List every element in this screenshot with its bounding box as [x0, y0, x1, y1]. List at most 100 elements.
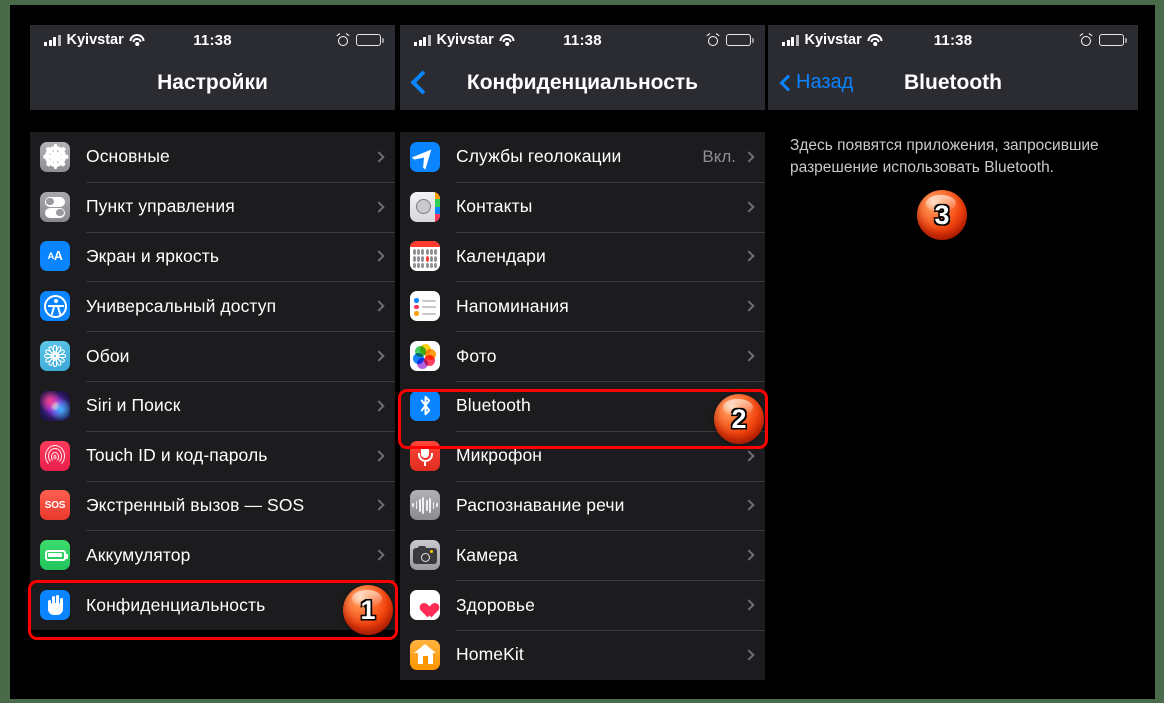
- privacy-row-health[interactable]: Здоровье: [400, 580, 765, 630]
- row-accessory: [743, 549, 765, 561]
- settings-row-control-center[interactable]: Пункт управления: [30, 181, 395, 232]
- nav-bar: Назад Bluetooth: [768, 55, 1138, 110]
- step-badge-1-number: 1: [360, 594, 376, 625]
- privacy-row-microphone[interactable]: Микрофон: [400, 430, 765, 481]
- settings-row-touch-id[interactable]: Touch ID и код-пароль: [30, 430, 395, 481]
- back-button[interactable]: Назад: [779, 71, 853, 94]
- settings-row-accessibility[interactable]: Универсальный доступ: [30, 281, 395, 331]
- settings-row-sos[interactable]: SOS Экстренный вызов — SOS: [30, 480, 395, 531]
- settings-row-privacy[interactable]: Конфиденциальность: [30, 580, 395, 630]
- microphone-icon: [410, 440, 440, 471]
- alarm-clock-icon: [336, 33, 350, 46]
- settings-row-general[interactable]: Основные: [30, 132, 395, 182]
- settings-list: Основные Пункт управления AA Экран и ярк…: [30, 132, 395, 630]
- row-accessory: Вкл.: [702, 147, 765, 167]
- chevron-right-icon: [373, 151, 385, 163]
- contacts-icon: [410, 191, 440, 222]
- photos-icon: [410, 341, 440, 372]
- health-icon: [410, 590, 440, 621]
- row-accessory: [373, 300, 395, 312]
- row-accessory: [373, 151, 395, 163]
- chevron-right-icon: [743, 499, 755, 512]
- row-accessory: [743, 300, 765, 312]
- chevron-right-icon: [743, 350, 755, 362]
- row-accessory: [743, 649, 765, 661]
- step-badge-2: 2: [714, 394, 764, 444]
- privacy-row-contacts[interactable]: Контакты: [400, 181, 765, 232]
- row-accessory: [743, 201, 765, 213]
- sos-icon: SOS: [40, 490, 70, 521]
- row-label: Siri и Поиск: [86, 395, 181, 416]
- row-label: Службы геолокации: [456, 146, 622, 167]
- chevron-right-icon: [373, 450, 385, 462]
- privacy-row-bluetooth[interactable]: Bluetooth: [400, 380, 765, 431]
- chevron-right-icon: [373, 549, 385, 561]
- nav-bar: Настройки: [30, 55, 395, 110]
- row-accessory: [743, 599, 765, 611]
- status-bar: Kyivstar 11:38: [30, 25, 395, 55]
- row-label: Фото: [456, 345, 497, 366]
- chevron-left-icon: [779, 74, 797, 91]
- wallpaper-icon: [40, 341, 70, 372]
- chevron-right-icon: [743, 151, 755, 163]
- chevron-right-icon: [743, 201, 755, 213]
- page-title: Конфиденциальность: [466, 70, 699, 94]
- row-accessory: [743, 450, 765, 462]
- privacy-row-location-services[interactable]: Службы геолокации Вкл.: [400, 132, 765, 182]
- control-center-icon: [40, 191, 70, 222]
- chevron-left-icon: [410, 70, 435, 95]
- location-services-icon: [410, 141, 440, 172]
- display-brightness-icon: AA: [40, 241, 70, 272]
- siri-icon: [40, 390, 70, 421]
- page-title: Настройки: [157, 70, 268, 94]
- settings-row-battery[interactable]: Аккумулятор: [30, 530, 395, 580]
- screenshot-stage: Kyivstar 11:38 Настройки Основные Пункт …: [0, 0, 1164, 703]
- row-label: Микрофон: [456, 445, 543, 466]
- chevron-right-icon: [743, 450, 755, 462]
- row-label: Bluetooth: [456, 395, 531, 416]
- bluetooth-icon: [410, 390, 440, 421]
- battery-icon: [726, 33, 754, 47]
- privacy-row-homekit[interactable]: HomeKit: [400, 629, 765, 680]
- battery-icon: [1099, 33, 1127, 47]
- chevron-right-icon: [373, 250, 385, 263]
- row-label: Экстренный вызов — SOS: [86, 494, 305, 515]
- privacy-body: Службы геолокации Вкл. Контакты Календар…: [400, 132, 765, 680]
- settings-row-wallpaper[interactable]: Обои: [30, 331, 395, 381]
- privacy-row-speech-recognition[interactable]: Распознавание речи: [400, 480, 765, 531]
- row-label: Контакты: [456, 196, 533, 217]
- phone-screen-bluetooth: Kyivstar 11:38 Назад Bluetooth Здесь поя…: [768, 25, 1138, 680]
- reminders-icon: [410, 291, 440, 322]
- touch-id-icon: [40, 440, 70, 471]
- back-button[interactable]: [410, 70, 435, 95]
- status-bar-right: [336, 33, 384, 47]
- row-label: Распознавание речи: [456, 494, 625, 515]
- speech-recognition-icon: [410, 490, 440, 521]
- step-badge-3: 3: [917, 190, 967, 240]
- row-label: Пункт управления: [86, 196, 235, 217]
- chevron-right-icon: [743, 649, 755, 661]
- settings-body: Основные Пункт управления AA Экран и ярк…: [30, 132, 395, 680]
- row-label: Конфиденциальность: [86, 594, 266, 615]
- chevron-right-icon: [743, 300, 755, 312]
- status-bar-right: [706, 33, 754, 47]
- privacy-row-camera[interactable]: Камера: [400, 530, 765, 580]
- status-bar: Kyivstar 11:38: [768, 25, 1138, 55]
- phone-screen-privacy: Kyivstar 11:38 Конфиденциальность Службы…: [400, 25, 765, 680]
- phone-screen-settings: Kyivstar 11:38 Настройки Основные Пункт …: [30, 25, 395, 680]
- row-label: Здоровье: [456, 594, 535, 615]
- privacy-row-calendars[interactable]: Календари: [400, 231, 765, 282]
- chevron-right-icon: [373, 400, 385, 412]
- row-accessory: [373, 201, 395, 213]
- status-bar-right: [1079, 33, 1127, 47]
- settings-row-display[interactable]: AA Экран и яркость: [30, 231, 395, 282]
- row-accessory: [743, 250, 765, 263]
- camera-icon: [410, 540, 440, 571]
- settings-row-siri[interactable]: Siri и Поиск: [30, 380, 395, 431]
- row-label: Обои: [86, 345, 130, 366]
- chevron-right-icon: [373, 499, 385, 512]
- alarm-clock-icon: [1079, 33, 1093, 46]
- privacy-row-photos[interactable]: Фото: [400, 331, 765, 381]
- privacy-row-reminders[interactable]: Напоминания: [400, 281, 765, 331]
- accessibility-icon: [40, 291, 70, 322]
